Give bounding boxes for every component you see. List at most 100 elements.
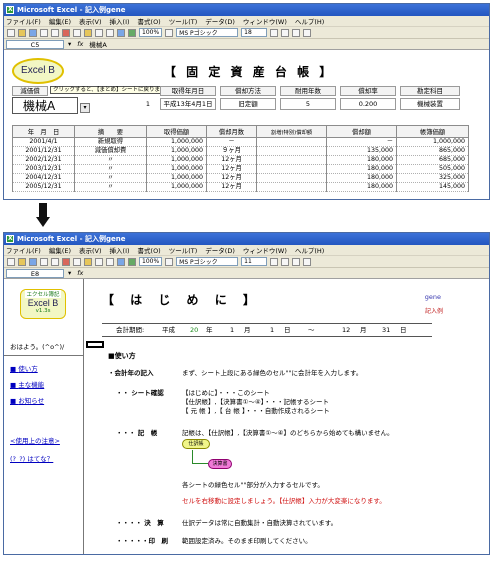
fx-icon[interactable]: fx — [77, 40, 83, 48]
font-select[interactable]: MS Pゴシック — [176, 28, 239, 37]
cell[interactable]: 135,000 — [326, 146, 397, 156]
bold-icon[interactable] — [270, 28, 279, 37]
cell[interactable]: 12ヶ月 — [206, 164, 257, 174]
asset-name-cell[interactable]: 機械A — [12, 97, 78, 114]
depr-method-value[interactable]: 旧定額 — [220, 98, 276, 110]
cell[interactable]: 1,000,000 — [146, 164, 207, 174]
preview-icon[interactable] — [51, 257, 59, 266]
bold-icon[interactable] — [270, 257, 279, 266]
cell[interactable]: 12ヶ月 — [206, 173, 257, 183]
formula-input[interactable]: 機械A — [89, 39, 106, 49]
new-file-icon[interactable] — [7, 28, 15, 37]
cell[interactable]: 減価償却費 — [74, 146, 147, 156]
menu-file[interactable]: ファイル(F) — [6, 16, 41, 26]
save-icon[interactable] — [29, 257, 37, 266]
cell[interactable]: 2003/12/31 — [12, 164, 75, 174]
redo-icon[interactable] — [106, 28, 114, 37]
cut-icon[interactable] — [62, 257, 70, 266]
print-icon[interactable] — [40, 257, 48, 266]
cell[interactable]: 〃 — [74, 173, 147, 183]
cell[interactable]: － — [326, 137, 397, 147]
zoom-select[interactable]: 100% — [139, 257, 163, 266]
title-bar[interactable]: Microsoft Excel - 記入例gene — [4, 4, 489, 16]
excel-b-logo[interactable]: エクセル簿記 Excel B v1.3s — [20, 289, 66, 319]
cut-icon[interactable] — [62, 28, 70, 37]
cell[interactable]: 180,000 — [326, 164, 397, 174]
cell[interactable]: 1,000,000 — [146, 173, 207, 183]
excel-b-logo-button[interactable]: Excel B — [12, 58, 64, 84]
print-icon[interactable] — [40, 28, 48, 37]
rate-value[interactable]: 0.200 — [340, 98, 396, 110]
cell[interactable]: 12ヶ月 — [206, 155, 257, 165]
underline-icon[interactable] — [292, 28, 301, 37]
menu-edit[interactable]: 編集(E) — [49, 16, 71, 26]
preview-icon[interactable] — [51, 28, 59, 37]
cell[interactable] — [256, 137, 327, 147]
menu-insert[interactable]: 挿入(I) — [110, 245, 130, 255]
cell[interactable]: 2001/12/31 — [12, 146, 75, 156]
cell[interactable]: 12ヶ月 — [206, 182, 257, 192]
paste-icon[interactable] — [84, 257, 92, 266]
cell[interactable]: 〃 — [74, 164, 147, 174]
chart-icon[interactable] — [128, 28, 136, 37]
cell[interactable]: 325,000 — [396, 173, 469, 183]
italic-icon[interactable] — [281, 28, 290, 37]
nav-link-news[interactable]: ■ お知らせ — [10, 395, 44, 405]
cell[interactable]: ９ヶ月 — [206, 146, 257, 156]
cell[interactable]: 180,000 — [326, 155, 397, 165]
menu-window[interactable]: ウィンドウ(W) — [243, 16, 287, 26]
cell[interactable] — [256, 155, 327, 165]
font-size-select[interactable]: 18 — [241, 28, 268, 37]
cell[interactable]: － — [206, 137, 257, 147]
nav-link-faq[interactable]: (?_?) はてな？ — [10, 453, 53, 463]
underline-icon[interactable] — [292, 257, 301, 266]
align-left-icon[interactable] — [303, 28, 312, 37]
help-icon[interactable] — [165, 28, 174, 37]
nav-link-cautions[interactable]: <使用上の注意> — [10, 435, 60, 445]
cell[interactable]: 1,000,000 — [396, 137, 469, 147]
menu-tools[interactable]: ツール(T) — [169, 16, 198, 26]
undo-icon[interactable] — [95, 28, 103, 37]
menu-view[interactable]: 表示(V) — [79, 16, 102, 26]
cell[interactable]: 685,000 — [396, 155, 469, 165]
account-value[interactable]: 機械装置 — [400, 98, 460, 110]
title-bar[interactable]: Microsoft Excel - 記入例gene — [4, 233, 489, 245]
menu-help[interactable]: ヘルプ(H) — [295, 16, 324, 26]
cell[interactable]: 1,000,000 — [146, 155, 207, 165]
undo-icon[interactable] — [95, 257, 103, 266]
zoom-select[interactable]: 100% — [139, 28, 163, 37]
open-folder-icon[interactable] — [18, 257, 26, 266]
redo-icon[interactable] — [106, 257, 114, 266]
cell[interactable]: 〃 — [74, 182, 147, 192]
menu-insert[interactable]: 挿入(I) — [110, 16, 130, 26]
cell[interactable]: 865,000 — [396, 146, 469, 156]
menu-edit[interactable]: 編集(E) — [49, 245, 71, 255]
menu-help[interactable]: ヘルプ(H) — [295, 245, 324, 255]
help-icon[interactable] — [165, 257, 174, 266]
menu-view[interactable]: 表示(V) — [79, 245, 102, 255]
name-box[interactable]: E8 — [6, 268, 64, 278]
cell[interactable]: 1,000,000 — [146, 182, 207, 192]
cell[interactable]: 145,000 — [396, 182, 469, 192]
italic-icon[interactable] — [281, 257, 290, 266]
sum-icon[interactable] — [117, 28, 125, 37]
align-left-icon[interactable] — [303, 257, 312, 266]
fx-icon[interactable]: fx — [77, 269, 83, 277]
sum-icon[interactable] — [117, 257, 125, 266]
menu-format[interactable]: 書式(O) — [138, 245, 161, 255]
cell[interactable] — [256, 164, 327, 174]
nav-link-usage[interactable]: ■ 使い方 — [10, 363, 38, 373]
open-folder-icon[interactable] — [18, 28, 26, 37]
chart-icon[interactable] — [128, 257, 136, 266]
menu-tools[interactable]: ツール(T) — [169, 245, 198, 255]
asset-dropdown-icon[interactable]: ▾ — [80, 103, 90, 113]
cell[interactable]: 180,000 — [326, 182, 397, 192]
menu-data[interactable]: データ(D) — [205, 245, 235, 255]
font-size-select[interactable]: 11 — [241, 257, 268, 266]
name-box-dropdown-icon[interactable]: ▾ — [68, 40, 71, 48]
name-box[interactable]: C5 — [6, 39, 64, 49]
cell[interactable]: 2001/4/1 — [12, 137, 75, 147]
paste-icon[interactable] — [84, 28, 92, 37]
nav-link-features[interactable]: ■ 主な機能 — [10, 379, 44, 389]
cell[interactable]: 〃 — [74, 155, 147, 165]
